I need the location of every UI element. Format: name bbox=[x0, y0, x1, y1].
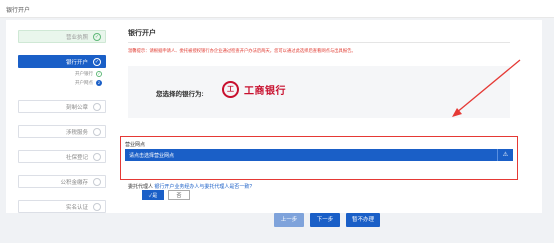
bank-logo: 工 工商银行 bbox=[222, 81, 286, 98]
content-card: 营业执照 ✓ 银行开户 ✓ 开户银行 ✓ 开户网点 2 刻制公章 涉税服务 社保 bbox=[6, 20, 542, 227]
check-icon: ✓ bbox=[96, 71, 102, 77]
delegate-radio-group: ✓是 否 bbox=[142, 190, 194, 200]
check-icon: ✓ bbox=[93, 33, 101, 41]
step-social-security[interactable]: 社保登记 bbox=[18, 150, 106, 163]
step-label: 涉税服务 bbox=[65, 130, 88, 136]
step-label: 营业执照 bbox=[65, 35, 88, 41]
branch-select[interactable]: 请点击选择营业网点 ⚠ bbox=[125, 149, 513, 161]
warning-icon[interactable]: ⚠ bbox=[497, 149, 513, 161]
substep-bank[interactable]: 开户银行 ✓ bbox=[75, 71, 102, 77]
substep-label: 开户网点 bbox=[75, 80, 93, 85]
circle-icon bbox=[93, 103, 101, 111]
branch-label: 营业网点 bbox=[125, 142, 146, 148]
substep-label: 开户银行 bbox=[75, 71, 93, 76]
step-number-badge: 2 bbox=[96, 80, 102, 86]
icbc-logo-icon: 工 bbox=[222, 81, 239, 98]
step-tax[interactable]: 涉税服务 bbox=[18, 125, 106, 138]
step-bank-account[interactable]: 银行开户 ✓ bbox=[18, 55, 106, 68]
substep-branch[interactable]: 开户网点 2 bbox=[75, 80, 102, 86]
yes-button[interactable]: ✓是 bbox=[142, 190, 164, 200]
no-button[interactable]: 否 bbox=[168, 190, 190, 200]
bank-question: 您选择的银行为: bbox=[156, 91, 204, 98]
action-buttons: 上一步 下一步 暂不办理 bbox=[274, 213, 386, 227]
skip-button[interactable]: 暂不办理 bbox=[346, 213, 380, 227]
step-label: 社保登记 bbox=[65, 155, 88, 161]
step-business-license[interactable]: 营业执照 ✓ bbox=[18, 30, 106, 43]
step-label: 刻制公章 bbox=[65, 105, 88, 111]
selected-bank-box: 您选择的银行为: 工 工商银行 bbox=[128, 66, 510, 118]
circle-icon bbox=[93, 153, 101, 161]
branch-placeholder: 请点击选择营业网点 bbox=[129, 153, 175, 159]
prev-button[interactable]: 上一步 bbox=[274, 213, 304, 227]
main-panel: 银行开户 温馨提示：请根据申请人、委托被授权银行办企业通过检查开户办法后两天，您… bbox=[120, 28, 518, 200]
warning-text: 温馨提示：请根据申请人、委托被授权银行办企业通过检查开户办法后两天，您可以通过此… bbox=[128, 48, 356, 53]
check-icon: ✓ bbox=[93, 58, 101, 66]
branch-highlight-box: 营业网点 请点击选择营业网点 ⚠ bbox=[120, 136, 518, 180]
delegate-question: 委托代理人 银行开户业务经办人与委托代理人是否一致? bbox=[128, 183, 252, 190]
bank-name: 工商银行 bbox=[244, 86, 286, 97]
step-housing-fund[interactable]: 公积金缴存 bbox=[18, 175, 106, 188]
circle-icon bbox=[93, 178, 101, 186]
step-realname[interactable]: 实名认证 bbox=[18, 200, 106, 213]
step-seal[interactable]: 刻制公章 bbox=[18, 100, 106, 113]
steps-sidebar: 营业执照 ✓ 银行开户 ✓ 开户银行 ✓ 开户网点 2 刻制公章 涉税服务 社保 bbox=[18, 30, 106, 225]
circle-icon bbox=[93, 203, 101, 211]
next-button[interactable]: 下一步 bbox=[310, 213, 340, 227]
step-label: 公积金缴存 bbox=[60, 180, 88, 186]
page-title: 银行开户 bbox=[6, 8, 31, 14]
step-label: 实名认证 bbox=[65, 205, 88, 211]
step-label: 银行开户 bbox=[65, 60, 88, 66]
top-bar: 银行开户 bbox=[0, 0, 554, 18]
circle-icon bbox=[93, 128, 101, 136]
substeps: 开户银行 ✓ 开户网点 2 bbox=[18, 70, 106, 96]
section-title: 银行开户 bbox=[128, 28, 510, 43]
